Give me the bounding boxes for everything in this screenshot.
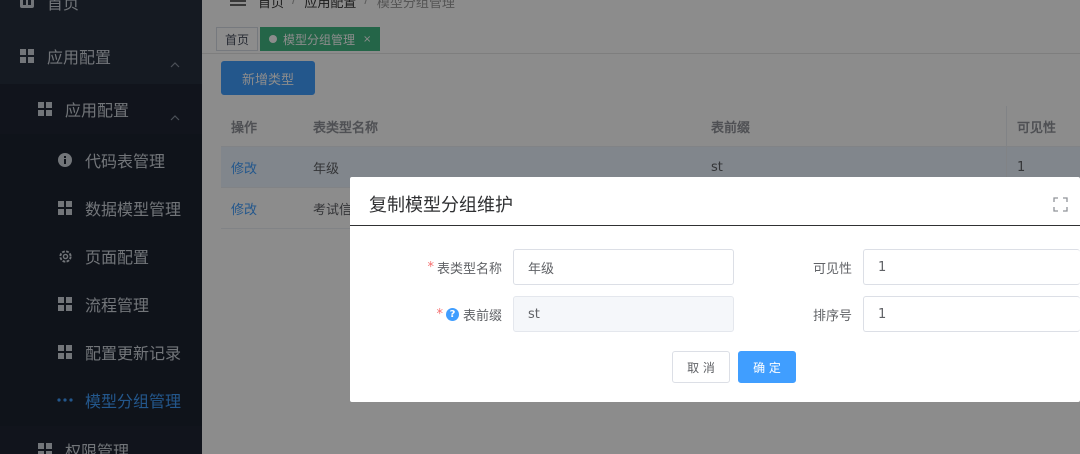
dialog-header: 复制模型分组维护 [350,177,1080,226]
order-label-text: 排序号 [812,308,852,324]
name-label: * 表类型名称 [390,249,502,285]
copy-model-group-dialog: 复制模型分组维护 * 表类型名称 年级 可见性 1 * ? 表前缀 st 排序号… [350,177,1080,402]
visible-label-text: 可见性 [812,261,852,277]
name-input[interactable]: 年级 [513,249,734,285]
prefix-label: * ? 表前缀 [390,296,502,332]
dialog-title: 复制模型分组维护 [369,195,513,216]
visible-input[interactable]: 1 [863,249,1080,285]
required-mark: * [427,259,434,275]
prefix-label-text: 表前缀 [462,308,502,324]
name-label-text: 表类型名称 [436,261,502,277]
order-label: 排序号 [770,296,852,332]
prefix-input: st [513,296,734,332]
visible-label: 可见性 [770,249,852,285]
confirm-button[interactable]: 确 定 [738,351,796,383]
cancel-button[interactable]: 取 消 [672,351,730,383]
order-input[interactable]: 1 [863,296,1080,332]
help-icon[interactable]: ? [445,307,459,321]
fullscreen-icon[interactable] [1053,197,1068,212]
required-mark: * [436,306,443,322]
